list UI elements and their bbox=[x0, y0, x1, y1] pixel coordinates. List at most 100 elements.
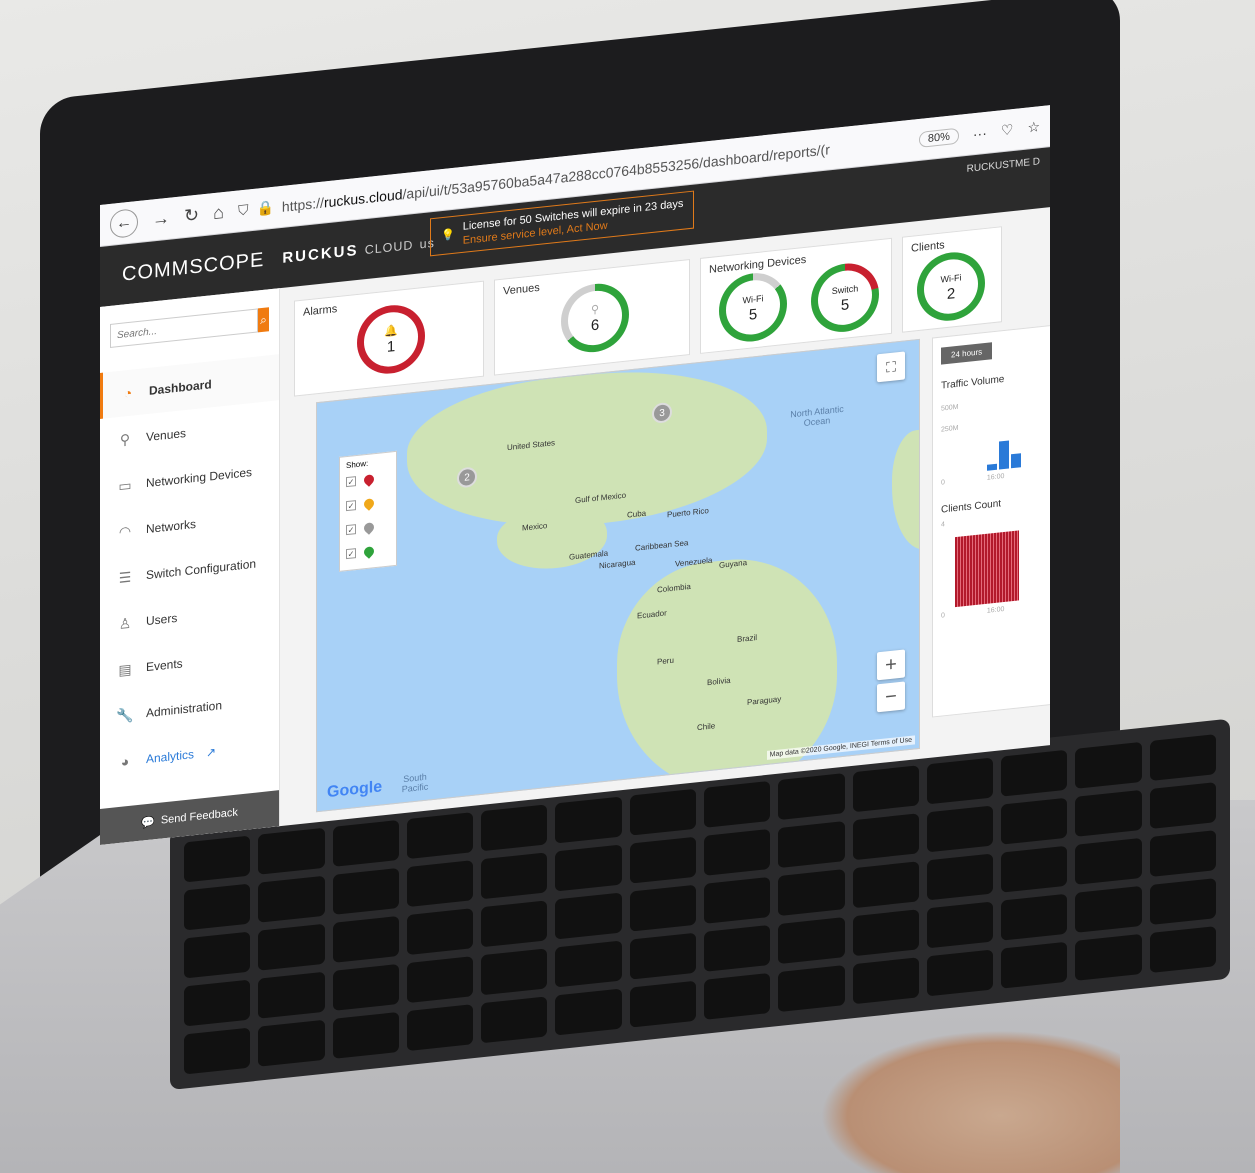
wifi-devices-donut: Wi-Fi 5 bbox=[719, 269, 787, 345]
networking-devices-card[interactable]: Networking Devices Wi-Fi 5 Switch 5 bbox=[700, 237, 892, 354]
switch-config-icon: ☰ bbox=[118, 568, 132, 586]
keyboard-key bbox=[406, 908, 474, 956]
keyboard-key bbox=[258, 971, 325, 1019]
keyboard-key bbox=[1075, 741, 1142, 789]
map-label: Caribbean Sea bbox=[635, 538, 689, 553]
wrench-icon: 🔧 bbox=[116, 705, 134, 724]
keyboard-key bbox=[703, 828, 771, 876]
venues-map[interactable]: United States Mexico Gulf of Mexico Cuba… bbox=[316, 338, 920, 813]
keyboard-key bbox=[481, 804, 548, 852]
sidebar-item-label: Dashboard bbox=[149, 377, 212, 398]
keyboard-key bbox=[406, 1004, 474, 1052]
keyboard-key bbox=[1075, 933, 1142, 981]
star-icon[interactable]: ☆ bbox=[1027, 118, 1040, 136]
keyboard-key bbox=[184, 931, 251, 979]
alarms-card[interactable]: Alarms 🔔 1 bbox=[294, 280, 484, 397]
device-icon: ▭ bbox=[118, 476, 132, 494]
legend-checkbox[interactable]: ✓ bbox=[346, 500, 356, 512]
keyboard-key bbox=[852, 765, 919, 813]
legend-checkbox[interactable]: ✓ bbox=[346, 524, 356, 536]
keyboard-key bbox=[1149, 734, 1216, 782]
search-input[interactable] bbox=[110, 308, 258, 348]
switch-devices-count: 5 bbox=[840, 296, 850, 315]
keyboard-key bbox=[629, 884, 696, 932]
search-button[interactable]: ⌕ bbox=[258, 307, 269, 333]
fullscreen-icon[interactable]: ⛶ bbox=[877, 351, 905, 383]
zoom-level[interactable]: 80% bbox=[918, 127, 959, 148]
keyboard-key bbox=[852, 909, 919, 957]
keyboard-key bbox=[778, 917, 845, 965]
keyboard-key bbox=[703, 876, 771, 924]
sidebar-item-label: Users bbox=[146, 610, 178, 629]
venues-card[interactable]: Venues ⚲ 6 bbox=[494, 258, 690, 376]
legend-checkbox[interactable]: ✓ bbox=[346, 476, 356, 488]
keyboard-key bbox=[926, 853, 994, 901]
keyboard-key bbox=[852, 861, 919, 909]
traffic-sparkline bbox=[985, 437, 1043, 473]
user-icon: ♙ bbox=[118, 614, 132, 632]
keyboard-key bbox=[184, 979, 251, 1027]
lightbulb-icon: 💡 bbox=[441, 228, 455, 243]
traffic-bar bbox=[987, 463, 997, 471]
forward-icon[interactable]: → bbox=[152, 208, 170, 231]
external-link-icon: ↗ bbox=[206, 744, 217, 760]
legend-checkbox[interactable]: ✓ bbox=[346, 548, 356, 560]
zoom-in-button[interactable]: + bbox=[877, 649, 905, 681]
keyboard-key bbox=[1075, 789, 1142, 837]
zoom-out-button[interactable]: − bbox=[877, 681, 905, 713]
keyboard-key bbox=[703, 924, 771, 972]
map-land-africa bbox=[892, 426, 920, 553]
sidebar-item-label: Networking Devices bbox=[146, 465, 253, 491]
traffic-bar bbox=[1011, 453, 1021, 469]
clients-card[interactable]: Clients Wi-Fi 2 bbox=[902, 226, 1002, 333]
map-label: Chile bbox=[697, 721, 716, 733]
keyboard-key bbox=[332, 915, 399, 963]
map-label: Cuba bbox=[627, 508, 647, 520]
keyboard-key bbox=[1149, 830, 1216, 878]
keyboard-key bbox=[1001, 845, 1068, 893]
keyboard-key bbox=[258, 827, 325, 875]
keyboard-key bbox=[778, 869, 845, 917]
keyboard-key bbox=[481, 900, 548, 948]
wifi-icon: ◠ bbox=[118, 522, 132, 540]
keyboard-key bbox=[555, 892, 622, 940]
sidebar-item-label: Analytics bbox=[146, 747, 195, 767]
time-range-tab[interactable]: 24 hours bbox=[941, 342, 993, 365]
sidebar-item-label: Administration bbox=[146, 698, 223, 721]
keyboard-key bbox=[778, 965, 845, 1013]
send-feedback-label: Send Feedback bbox=[160, 806, 238, 827]
keyboard-key bbox=[332, 867, 399, 915]
reload-icon[interactable]: ↻ bbox=[184, 205, 199, 228]
map-label: Nicaragua bbox=[599, 557, 636, 571]
keyboard-key bbox=[184, 883, 251, 931]
user-account[interactable]: RUCKUSTME D bbox=[967, 156, 1040, 175]
ocean-label-north-atlantic: North Atlantic Ocean bbox=[790, 403, 844, 429]
search-icon: ⌕ bbox=[260, 311, 267, 327]
keyboard-key bbox=[555, 988, 622, 1036]
keyboard-key bbox=[703, 972, 771, 1020]
google-logo: Google bbox=[327, 778, 383, 802]
keyboard-key bbox=[1001, 941, 1068, 989]
pocket-icon[interactable]: ♡ bbox=[1001, 121, 1014, 139]
keyboard-key bbox=[1001, 797, 1068, 845]
keyboard-key bbox=[1001, 893, 1068, 941]
home-icon[interactable]: ⌂ bbox=[213, 202, 224, 224]
shield-icon: ⛉ bbox=[237, 201, 249, 219]
laptop-screen: ← → ↻ ⌂ ⛉ 🔒 https://ruckus.cloud/api/ui/… bbox=[100, 105, 1050, 845]
red-pin-icon bbox=[361, 472, 377, 487]
orange-pin-icon bbox=[361, 496, 377, 511]
back-icon[interactable]: ← bbox=[110, 207, 138, 239]
pie-chart-icon: ◕ bbox=[120, 752, 130, 770]
axis-label: 500M bbox=[941, 403, 959, 413]
keyboard-key bbox=[703, 780, 771, 828]
map-legend: Show: ✓ ✓ ✓ ✓ bbox=[339, 450, 397, 572]
traffic-volume-title: Traffic Volume bbox=[941, 373, 1005, 392]
traffic-bar bbox=[999, 440, 1009, 470]
venues-count: 6 bbox=[590, 316, 600, 335]
keyboard-key bbox=[481, 948, 548, 996]
keyboard-key bbox=[555, 844, 622, 892]
ellipsis-icon[interactable]: ··· bbox=[973, 124, 987, 141]
keyboard-key bbox=[555, 796, 622, 844]
keyboard-key bbox=[629, 836, 696, 884]
keyboard-key bbox=[1075, 837, 1142, 885]
